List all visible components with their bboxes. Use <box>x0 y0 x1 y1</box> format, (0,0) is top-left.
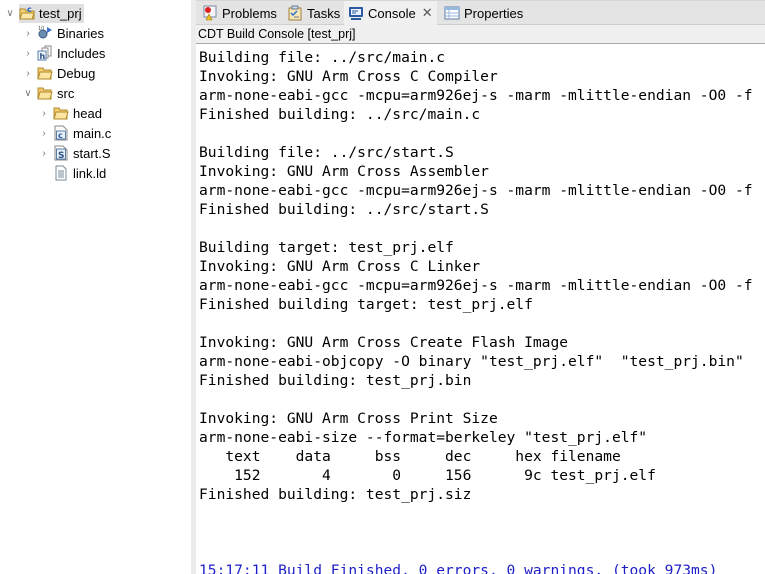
tree-item-label: Debug <box>57 65 96 81</box>
tree-item-label: src <box>57 85 75 101</box>
view-tab-bar: Problems Tasks Console ✕ Properties <box>196 0 765 25</box>
console-line: text data bss dec hex filename <box>199 448 621 465</box>
console-line: arm-none-eabi-gcc -mcpu=arm926ej-s -marm… <box>199 277 753 294</box>
svg-text:c: c <box>27 5 32 14</box>
console-output[interactable]: Building file: ../src/main.c Invoking: GN… <box>199 48 765 574</box>
tree-item-label: main.c <box>73 125 112 141</box>
svg-text:S: S <box>58 151 64 161</box>
tab-properties[interactable]: Properties <box>440 1 527 25</box>
tree-item-label: start.S <box>73 145 111 161</box>
console-line: arm-none-eabi-gcc -mcpu=arm926ej-s -marm… <box>199 87 753 104</box>
tasks-icon <box>287 5 303 21</box>
asm-file-icon: S <box>53 145 69 161</box>
console-line: Invoking: GNU Arm Cross C Compiler <box>199 68 498 85</box>
build-status-line: 15:17:11 Build Finished. 0 errors, 0 war… <box>199 562 718 574</box>
console-line: arm-none-eabi-objcopy -O binary "test_pr… <box>199 353 744 370</box>
tree-item-head[interactable]: › head <box>38 103 102 123</box>
console-line: Finished building: ../src/main.c <box>199 106 481 123</box>
console-line: Building file: ../src/main.c <box>199 49 446 66</box>
text-file-icon <box>53 165 69 181</box>
tab-label: Properties <box>464 5 524 21</box>
chevron-right-icon[interactable]: › <box>22 27 34 39</box>
svg-text:c: c <box>58 131 63 140</box>
tree-item-main-c[interactable]: › c main.c <box>38 123 111 143</box>
tree-item-label: test_prj <box>39 5 82 21</box>
tree-item-binaries[interactable]: › 10 Binaries <box>22 23 104 43</box>
chevron-right-icon[interactable]: › <box>38 127 50 139</box>
console-line: Finished building: test_prj.bin <box>199 372 472 389</box>
folder-open-icon <box>37 85 53 101</box>
console-icon <box>348 5 364 21</box>
properties-icon <box>444 5 460 21</box>
tree-item-label: link.ld <box>73 165 107 181</box>
folder-icon <box>53 105 69 121</box>
console-title: CDT Build Console [test_prj] <box>196 25 765 44</box>
console-panel: Problems Tasks Console ✕ Properties CDT … <box>196 0 765 574</box>
folder-icon <box>37 65 53 81</box>
chevron-right-icon[interactable]: › <box>22 67 34 79</box>
tree-item-test-prj[interactable]: ∨ c test_prj <box>4 3 84 23</box>
console-line: 152 4 0 156 9c test_prj.elf <box>199 467 656 484</box>
c-file-icon: c <box>53 125 69 141</box>
console-line: Invoking: GNU Arm Cross Create Flash Ima… <box>199 334 569 351</box>
includes-icon: h <box>37 45 53 61</box>
tree-item-label: head <box>73 105 102 121</box>
binaries-icon: 10 <box>37 25 53 41</box>
svg-text:h: h <box>40 52 46 61</box>
tab-label: Problems <box>222 5 277 21</box>
console-line: arm-none-eabi-gcc -mcpu=arm926ej-s -marm… <box>199 182 753 199</box>
tab-problems[interactable]: Problems <box>198 1 281 25</box>
console-line: Invoking: GNU Arm Cross Assembler <box>199 163 489 180</box>
console-line: Building file: ../src/start.S <box>199 144 454 161</box>
tab-console[interactable]: Console ✕ <box>344 1 437 25</box>
console-line: Finished building: test_prj.siz <box>199 486 472 503</box>
tab-tasks[interactable]: Tasks <box>283 1 344 25</box>
tree-item-label: Binaries <box>57 25 104 41</box>
chevron-right-icon[interactable]: › <box>38 107 50 119</box>
chevron-down-icon[interactable]: ∨ <box>22 87 34 99</box>
console-line: Invoking: GNU Arm Cross Print Size <box>199 410 498 427</box>
problems-icon <box>202 5 218 21</box>
tree-item-link-ld[interactable]: link.ld <box>53 163 106 183</box>
tree-item-src[interactable]: ∨ src <box>22 83 74 103</box>
tree-item-start-s[interactable]: › S start.S <box>38 143 111 163</box>
console-line: Finished building target: test_prj.elf <box>199 296 533 313</box>
chevron-down-icon[interactable]: ∨ <box>4 7 16 19</box>
console-line: arm-none-eabi-size --format=berkeley "te… <box>199 429 648 446</box>
tab-label: Console <box>368 5 416 21</box>
console-line: Invoking: GNU Arm Cross C Linker <box>199 258 481 275</box>
tree-item-includes[interactable]: › h Includes <box>22 43 105 63</box>
svg-text:10: 10 <box>38 26 44 32</box>
close-icon[interactable]: ✕ <box>422 5 433 21</box>
tab-label: Tasks <box>307 5 341 21</box>
tree-item-debug[interactable]: › Debug <box>22 63 95 83</box>
console-line: Building target: test_prj.elf <box>199 239 454 256</box>
tree-item-label: Includes <box>57 45 106 61</box>
c-project-icon: c <box>19 5 35 21</box>
chevron-right-icon[interactable]: › <box>38 147 50 159</box>
project-explorer: ∨ c test_prj › 10 Binaries › h Includes … <box>0 0 192 574</box>
chevron-right-icon[interactable]: › <box>22 47 34 59</box>
console-line: Finished building: ../src/start.S <box>199 201 489 218</box>
